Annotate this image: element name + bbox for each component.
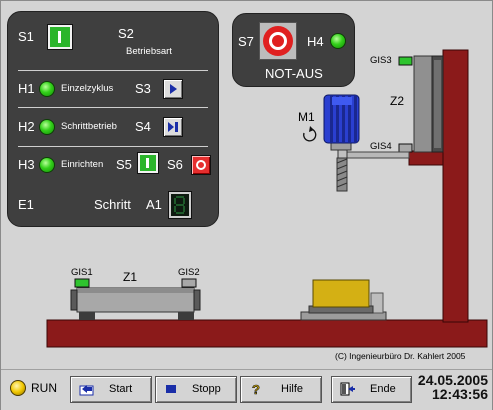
gis1-sensor bbox=[74, 278, 90, 288]
hilfe-button[interactable]: ? Hilfe bbox=[240, 376, 322, 403]
m1-label: M1 bbox=[298, 110, 315, 124]
copyright-text: (C) Ingenieurbüro Dr. Kahlert 2005 bbox=[335, 351, 466, 361]
gis4-label: GIS4 bbox=[370, 141, 392, 152]
stopp-button[interactable]: Stopp bbox=[155, 376, 237, 403]
time-text: 12:43:56 bbox=[431, 386, 488, 402]
rotation-icon bbox=[303, 126, 317, 142]
gis1-label: GIS1 bbox=[71, 267, 93, 278]
z2-bracket bbox=[408, 150, 444, 166]
date-text: 24.05.2005 bbox=[417, 372, 488, 388]
gis3-sensor bbox=[398, 56, 413, 66]
ende-button[interactable]: Ende bbox=[331, 376, 412, 403]
gis2-sensor bbox=[181, 278, 197, 288]
z1-label: Z1 bbox=[123, 270, 138, 284]
z2-label: Z2 bbox=[390, 94, 405, 108]
workpiece bbox=[300, 279, 387, 321]
stop-icon bbox=[166, 385, 176, 393]
svg-text:?: ? bbox=[252, 382, 260, 396]
gis3-label: GIS3 bbox=[370, 55, 392, 66]
exit-icon bbox=[340, 382, 355, 396]
bottom-toolbar: RUN Start Stopp ? Hilfe Ende 24.05.2005 … bbox=[1, 369, 492, 410]
z2-cylinder bbox=[413, 55, 433, 153]
z1-cylinder bbox=[70, 287, 201, 320]
machine-base bbox=[46, 319, 488, 348]
help-icon: ? bbox=[252, 382, 261, 396]
start-button[interactable]: Start bbox=[70, 376, 152, 403]
machine-column bbox=[442, 49, 469, 323]
run-indicator-led bbox=[10, 380, 26, 396]
run-label: RUN bbox=[31, 381, 57, 395]
motor-arm bbox=[344, 151, 410, 159]
gis2-label: GIS2 bbox=[178, 267, 200, 278]
gis4-sensor bbox=[398, 143, 413, 153]
motor-m1 bbox=[323, 94, 360, 192]
hmi-window: S1 S2 Betriebsart H1 Einzelzyklus S3 H2 … bbox=[0, 0, 493, 410]
start-icon bbox=[79, 385, 94, 396]
datetime-display: 24.05.2005 12:43:56 bbox=[418, 373, 488, 401]
machine-diagram bbox=[46, 49, 488, 348]
